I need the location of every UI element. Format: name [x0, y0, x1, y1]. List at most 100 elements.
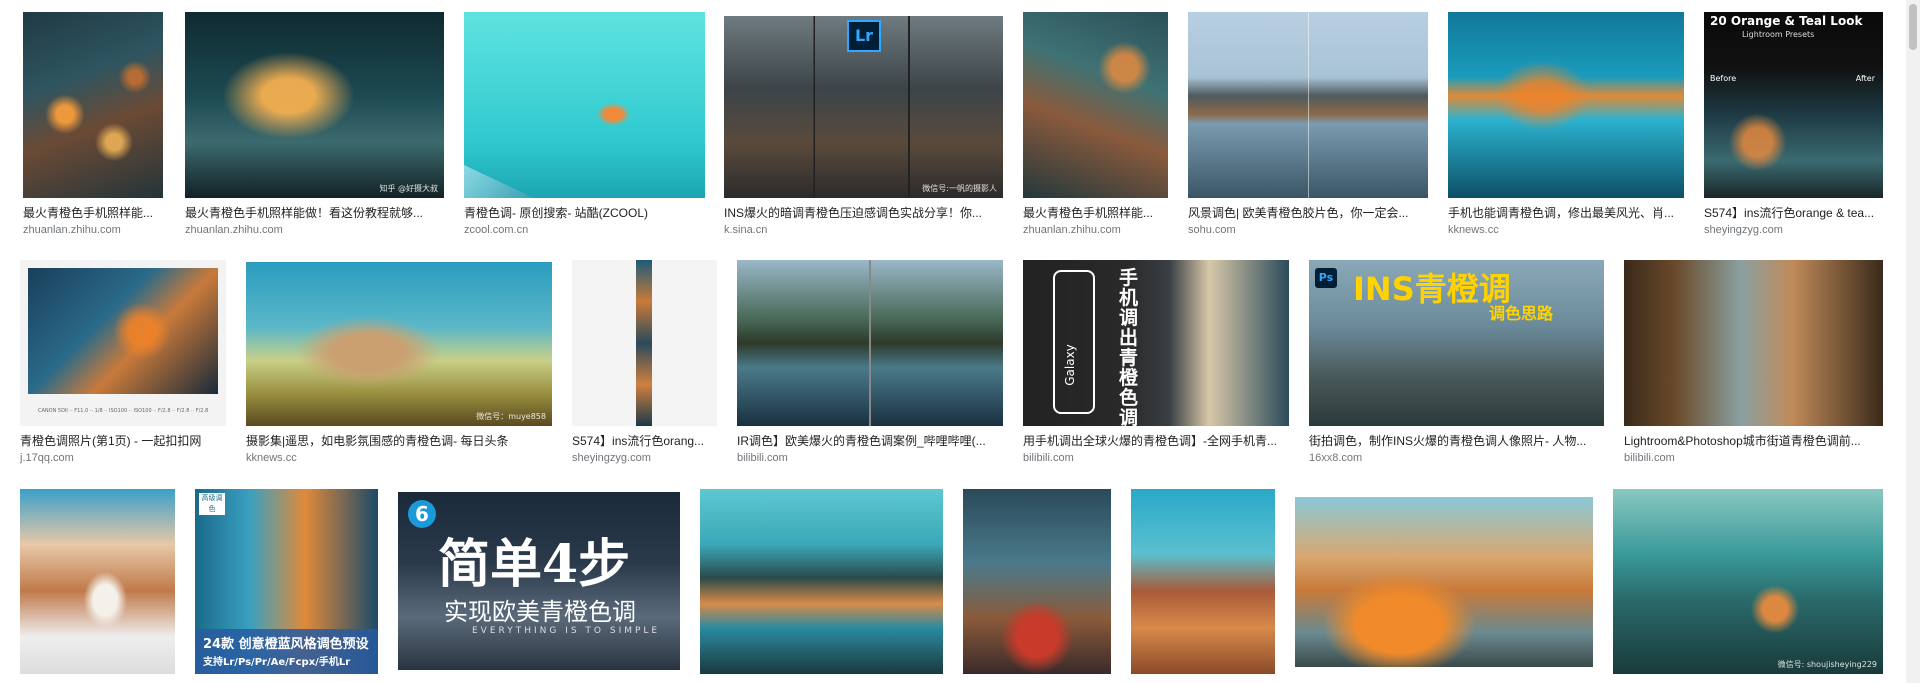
result-thumbnail[interactable]: [1188, 12, 1428, 198]
photo-print: [28, 268, 218, 394]
result-caption[interactable]: 最火青橙色手机照样能做！看这份教程就够...: [185, 206, 444, 220]
result-caption[interactable]: 青橙色调- 原创搜索- 站酷(ZCOOL): [464, 206, 705, 220]
result-source[interactable]: bilibili.com: [737, 452, 1003, 465]
result-thumbnail[interactable]: [737, 260, 1003, 426]
result-card[interactable]: Lightroom&Photoshop城市街道青橙色调前... bilibili…: [1624, 260, 1883, 465]
result-source[interactable]: bilibili.com: [1023, 452, 1289, 465]
result-thumbnail[interactable]: Galaxy 手机调出青橙色调: [1023, 260, 1289, 426]
result-source[interactable]: zhuanlan.zhihu.com: [23, 224, 163, 237]
result-thumbnail[interactable]: [572, 260, 717, 426]
split-divider: [1308, 12, 1309, 198]
result-thumbnail[interactable]: 20 Orange & Teal Look Lightroom Presets …: [1704, 12, 1883, 198]
image-search-results: 最火青橙色手机照样能... zhuanlan.zhihu.com 知乎 @好摄大…: [0, 0, 1920, 683]
result-thumbnail[interactable]: Ps INS青橙调 调色思路: [1309, 260, 1604, 426]
result-thumbnail[interactable]: [1295, 497, 1593, 667]
result-caption[interactable]: 用手机调出全球火爆的青橙色调】-全网手机青...: [1023, 434, 1289, 448]
preset-title: 20 Orange & Teal Look: [1710, 14, 1863, 28]
result-thumbnail[interactable]: [23, 12, 163, 198]
result-thumbnail[interactable]: 微信号: shoujisheying229: [1613, 489, 1883, 674]
result-card[interactable]: 最火青橙色手机照样能... zhuanlan.zhihu.com: [23, 12, 163, 237]
result-card[interactable]: 微信号：muye858 摄影集|遥思，如电影氛围感的青橙色调- 每日头条 kkn…: [246, 262, 552, 465]
result-source[interactable]: kknews.cc: [1448, 224, 1684, 237]
result-thumbnail[interactable]: Lr 微信号:一帆的摄影人: [724, 16, 1003, 198]
result-thumbnail[interactable]: [1448, 12, 1684, 198]
result-source[interactable]: 16xx8.com: [1309, 452, 1604, 465]
result-caption[interactable]: S574】ins流行色orang...: [572, 434, 717, 448]
result-source[interactable]: kknews.cc: [246, 452, 552, 465]
result-caption[interactable]: 手机也能调青橙色调，修出最美风光、肖...: [1448, 206, 1684, 220]
result-card[interactable]: 青橙色调- 原创搜索- 站酷(ZCOOL) zcool.com.cn: [464, 12, 705, 237]
result-source[interactable]: zhuanlan.zhihu.com: [185, 224, 444, 237]
result-thumbnail[interactable]: 知乎 @好摄大叔: [185, 12, 444, 198]
result-card[interactable]: Ps INS青橙调 调色思路 街拍调色，制作INS火爆的青橙色调人像照片- 人物…: [1309, 260, 1604, 465]
result-card[interactable]: Lr 微信号:一帆的摄影人 INS爆火的暗调青橙色压迫感调色实战分享！你... …: [724, 16, 1003, 237]
watermark-text: 微信号:一帆的摄影人: [922, 184, 997, 193]
lightroom-logo-icon: Lr: [847, 20, 881, 52]
result-card[interactable]: 手机也能调青橙色调，修出最美风光、肖... kknews.cc: [1448, 12, 1684, 237]
result-source[interactable]: sheyingzyg.com: [572, 452, 717, 465]
result-card[interactable]: 知乎 @好摄大叔 最火青橙色手机照样能做！看这份教程就够... zhuanlan…: [185, 12, 444, 237]
result-thumbnail[interactable]: [1131, 489, 1275, 674]
result-source[interactable]: j.17qq.com: [20, 452, 226, 465]
result-caption[interactable]: 最火青橙色手机照样能...: [23, 206, 163, 220]
result-card[interactable]: Galaxy 手机调出青橙色调 用手机调出全球火爆的青橙色调】-全网手机青...…: [1023, 260, 1289, 465]
result-caption[interactable]: 最火青橙色手机照样能...: [1023, 206, 1168, 220]
result-source[interactable]: bilibili.com: [1624, 452, 1883, 465]
brand-label: Galaxy: [1062, 344, 1077, 386]
result-thumbnail[interactable]: CANON 5DII ·· F11.0 ·· 1/8 ·· ISO100 ·· …: [20, 260, 226, 426]
result-card[interactable]: 微信号: shoujisheying229: [1613, 489, 1883, 674]
result-caption[interactable]: 风景调色| 欧美青橙色胶片色，你一定会...: [1188, 206, 1428, 220]
result-source[interactable]: k.sina.cn: [724, 224, 1003, 237]
result-card[interactable]: S574】ins流行色orang... sheyingzyg.com: [572, 260, 717, 465]
result-caption[interactable]: S574】ins流行色orange & tea...: [1704, 206, 1883, 220]
phone-outline: [1053, 270, 1095, 414]
result-source[interactable]: sohu.com: [1188, 224, 1428, 237]
result-thumbnail[interactable]: 微信号：muye858: [246, 262, 552, 426]
result-card[interactable]: CANON 5DII ·· F11.0 ·· 1/8 ·· ISO100 ·· …: [20, 260, 226, 465]
result-card[interactable]: [1131, 489, 1275, 674]
result-card[interactable]: 风景调色| 欧美青橙色胶片色，你一定会... sohu.com: [1188, 12, 1428, 237]
watermark-text: 知乎 @好摄大叔: [379, 184, 438, 193]
result-card[interactable]: 20 Orange & Teal Look Lightroom Presets …: [1704, 12, 1883, 237]
overlay-subtitle: 实现欧美青橙色调: [444, 598, 636, 626]
result-card[interactable]: 高级调色 24款 创意橙蓝风格调色预设 支持Lr/Ps/Pr/Ae/Fcpx/手…: [195, 489, 378, 674]
result-thumbnail[interactable]: 高级调色 24款 创意橙蓝风格调色预设 支持Lr/Ps/Pr/Ae/Fcpx/手…: [195, 489, 378, 674]
overlay-tagline: EVERYTHING IS TO SIMPLE: [472, 626, 661, 636]
overlay-title: 手机调出青橙色调: [1119, 267, 1139, 426]
result-thumbnail[interactable]: [963, 489, 1111, 674]
result-caption[interactable]: 摄影集|遥思，如电影氛围感的青橙色调- 每日头条: [246, 434, 552, 448]
result-caption[interactable]: Lightroom&Photoshop城市街道青橙色调前...: [1624, 434, 1883, 448]
result-source[interactable]: sheyingzyg.com: [1704, 224, 1883, 237]
result-caption[interactable]: 青橙色调照片(第1页) - 一起扣扣网: [20, 434, 226, 448]
result-caption[interactable]: INS爆火的暗调青橙色压迫感调色实战分享！你...: [724, 206, 1003, 220]
result-thumbnail[interactable]: [1023, 12, 1168, 198]
overlay-title: 简单4步: [438, 534, 631, 595]
narrow-image-strip: [636, 260, 652, 426]
result-card[interactable]: 6 简单4步 实现欧美青橙色调 EVERYTHING IS TO SIMPLE: [398, 492, 680, 670]
result-card[interactable]: [1295, 497, 1593, 667]
step-number-badge: 6: [408, 500, 436, 528]
result-source[interactable]: zcool.com.cn: [464, 224, 705, 237]
result-card[interactable]: 最火青橙色手机照样能... zhuanlan.zhihu.com: [1023, 12, 1168, 237]
result-card[interactable]: IR调色】欧美爆火的青橙色调案例_哔哩哔哩(... bilibili.com: [737, 260, 1003, 465]
result-card[interactable]: [963, 489, 1111, 674]
overlay-title: INS青橙调: [1353, 270, 1511, 308]
preset-subtitle: Lightroom Presets: [1742, 30, 1815, 39]
result-caption[interactable]: 街拍调色，制作INS火爆的青橙色调人像照片- 人物...: [1309, 434, 1604, 448]
result-source[interactable]: zhuanlan.zhihu.com: [1023, 224, 1168, 237]
watermark-text: 微信号：muye858: [476, 412, 546, 421]
result-caption[interactable]: IR调色】欧美爆火的青橙色调案例_哔哩哔哩(...: [737, 434, 1003, 448]
overlay-subtitle: 支持Lr/Ps/Pr/Ae/Fcpx/手机Lr: [203, 657, 351, 668]
result-thumbnail[interactable]: [1624, 260, 1883, 426]
result-card[interactable]: [20, 489, 175, 674]
building-shape: [464, 165, 534, 198]
overlay-subtitle: 调色思路: [1489, 304, 1554, 323]
result-thumbnail[interactable]: 6 简单4步 实现欧美青橙色调 EVERYTHING IS TO SIMPLE: [398, 492, 680, 670]
exif-strip: CANON 5DII ·· F11.0 ·· 1/8 ·· ISO100 ·· …: [38, 408, 209, 414]
result-thumbnail[interactable]: [700, 489, 943, 674]
result-card[interactable]: [700, 489, 943, 674]
vertical-scrollbar[interactable]: [1906, 0, 1920, 683]
result-thumbnail[interactable]: [20, 489, 175, 674]
result-thumbnail[interactable]: [464, 12, 705, 198]
scrollbar-thumb[interactable]: [1909, 4, 1917, 50]
